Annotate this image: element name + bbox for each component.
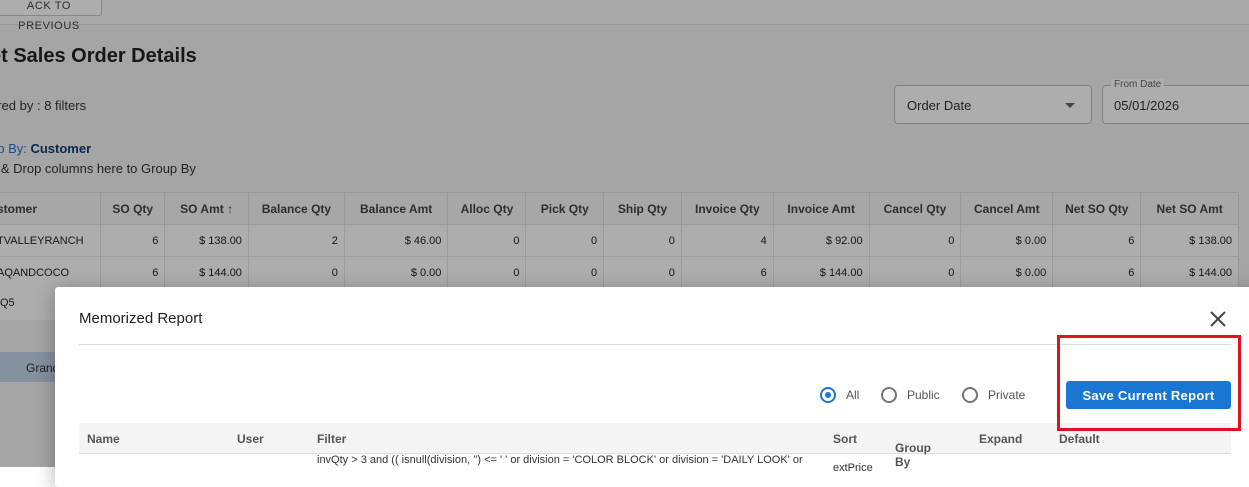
radio-unchecked-icon [962,387,978,403]
close-icon[interactable] [1208,309,1228,329]
radio-label: Private [988,388,1026,402]
radio-label: Public [907,388,940,402]
col-user[interactable]: User [237,432,264,446]
memorized-report-table-header: Name User Filter Sort Group By ↓ Expand D… [79,423,1231,469]
filter-radio-all[interactable]: All [820,387,859,403]
col-filter[interactable]: Filter [317,432,346,446]
save-current-report-button[interactable]: Save Current Report [1066,381,1231,409]
col-name[interactable]: Name [87,432,120,446]
radio-label: All [846,388,860,402]
filter-radio-private[interactable]: Private [962,387,1025,403]
col-expand[interactable]: Expand [979,432,1022,446]
radio-unchecked-icon [881,387,897,403]
radio-checked-icon [820,387,836,403]
filter-radio-public[interactable]: Public [881,387,940,403]
arrow-down-icon: ↓ [899,441,905,455]
dialog-divider [79,344,1231,345]
col-sort[interactable]: Sort [833,432,857,446]
dialog-title: Memorized Report [79,310,203,327]
report-row-filter: invQty > 3 and (( isnull(division, '') <… [317,454,803,466]
report-row-sort: extPrice [833,462,873,474]
col-default[interactable]: Default [1059,432,1100,446]
